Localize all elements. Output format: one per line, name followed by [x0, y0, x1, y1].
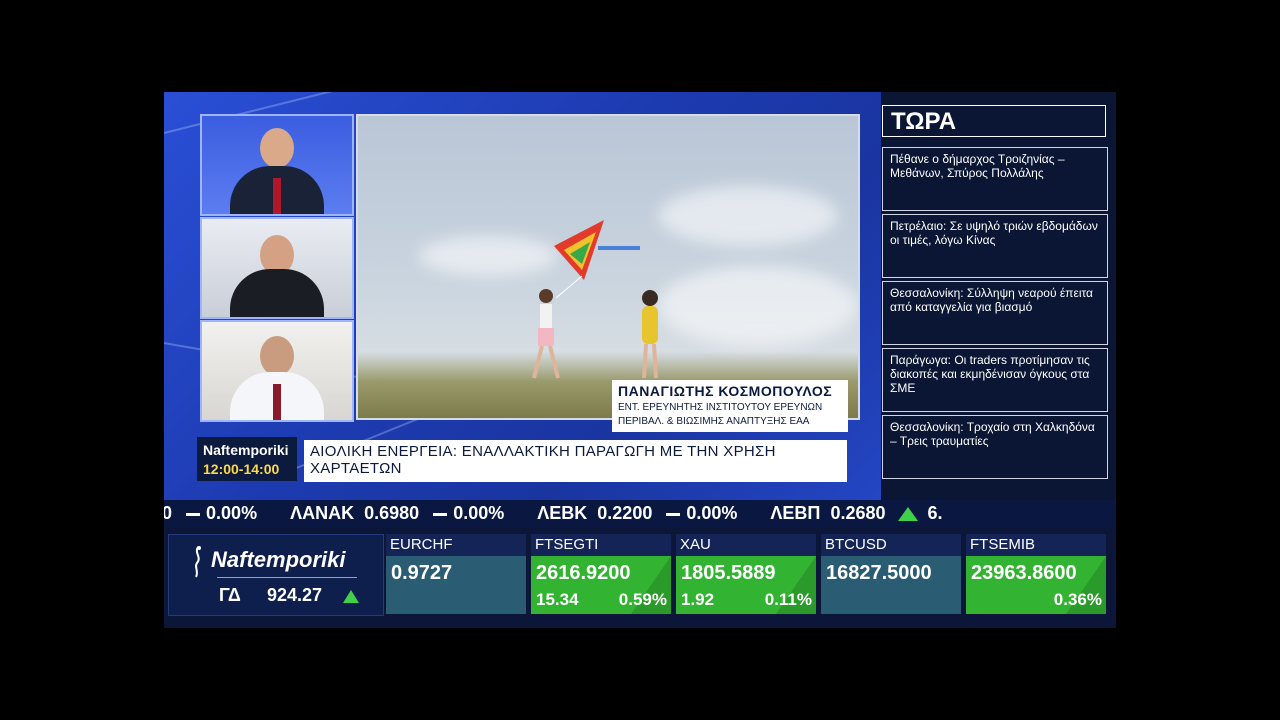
tile-change: 1.92 — [681, 590, 715, 609]
flat-dash-icon — [186, 512, 201, 516]
news-item: Πετρέλαιο: Σε υψηλό τριών εβδομάδων οι τ… — [882, 214, 1108, 278]
ticker-symbol: ΛΑΝΑΚ — [290, 503, 355, 523]
news-panel-title: ΤΩΡΑ — [882, 105, 1106, 137]
stock-ticker: 00 0.00% ΛΑΝΑΚ 0.6980 0.00% ΛΕΒΚ 0.2200 0.0… — [164, 500, 1116, 528]
tile-symbol: EURCHF — [386, 534, 526, 556]
tile-price: 2616.9200 — [536, 562, 631, 584]
child-figure-icon — [532, 289, 560, 379]
mermaid-logo-icon — [195, 546, 201, 578]
camera-feed-guest1 — [200, 217, 354, 319]
tile-body: 1805.5889 1.92 0.11% — [676, 556, 816, 614]
news-item: Πέθανε ο δήμαρχος Τροιζηνίας – Μεθάνων, … — [882, 147, 1108, 211]
person-head — [260, 128, 294, 168]
tile-body: 16827.5000 — [821, 556, 961, 614]
lower-third: ΠΑΝΑΓΙΩΤΗΣ ΚΟΣΜΟΠΟΥΛΟΣ ΕΝΤ. ΕΡΕΥΝΗΤΗΣ ΙΝ… — [612, 380, 848, 432]
ticker-strip: 00 0.00% ΛΑΝΑΚ 0.6980 0.00% ΛΕΒΚ 0.2200 0.0… — [164, 503, 971, 524]
kite-icon — [554, 220, 640, 299]
guest-role-line2: ΠΕΡΙΒΑΛ. & ΒΙΩΣΙΜΗΣ ΑΝΑΠΤΥΞΗΣ ΕΑΑ — [618, 416, 810, 427]
child-figure-icon — [642, 290, 658, 379]
ticker-price: 0.6980 — [364, 503, 420, 523]
tile-price: 16827.5000 — [826, 562, 932, 584]
person-suit — [230, 269, 324, 317]
ticker-change: 0.00% — [453, 503, 505, 523]
tile-percent: 0.59% — [618, 590, 667, 609]
flat-dash-icon — [666, 512, 681, 516]
news-item: Παράγωγα: Οι traders προτίμησαν τις διακ… — [882, 348, 1108, 412]
camera-feed-guest2 — [200, 320, 354, 422]
divider — [217, 577, 357, 578]
person-head — [260, 336, 294, 376]
tile-percent: 0.11% — [764, 590, 812, 609]
tile-body: 0.9727 — [386, 556, 526, 614]
show-time: 12:00-14:00 — [203, 461, 280, 477]
tile-percent: 0.36% — [1053, 590, 1102, 609]
ticker-change: 0.00% — [686, 503, 738, 523]
main-video-feed — [356, 114, 860, 420]
ticker-symbol: ΛΕΒΠ — [770, 503, 821, 523]
ticker-tail: 6. — [927, 503, 943, 523]
ticker-price: 0.2680 — [830, 503, 886, 523]
index-value: 924.27 — [267, 585, 323, 605]
brand-name: Naftemporiki — [211, 547, 346, 572]
market-board: Naftemporiki ΓΔ 924.27 EURCHF 0.9727 FTS… — [164, 528, 1116, 628]
ticker-symbol: ΛΕΒΚ — [537, 503, 588, 523]
guest-role-line1: ΕΝΤ. ΕΡΕΥΝΗΤΗΣ ΙΝΣΤΙΤΟΥΤΟΥ ΕΡΕΥΝΩΝ — [618, 402, 823, 413]
market-tile: BTCUSD 16827.5000 — [821, 534, 961, 614]
show-name: Naftemporiki — [203, 442, 289, 458]
guest-name: ΠΑΝΑΓΙΩΤΗΣ ΚΟΣΜΟΠΟΥΛΟΣ — [618, 383, 833, 399]
ticker-price: 0.2200 — [597, 503, 653, 523]
ticker-item: ΛΕΒΠ 0.2680 6. — [770, 503, 942, 524]
news-panel: ΤΩΡΑ Πέθανε ο δήμαρχος Τροιζηνίας – Μεθά… — [881, 92, 1116, 500]
headline-bar: ΑΙΟΛΙΚΗ ΕΝΕΡΓΕΙΑ: ΕΝΑΛΛΑΚΤΙΚΗ ΠΑΡΑΓΩΓΗ Μ… — [304, 440, 847, 482]
flat-dash-icon — [433, 512, 448, 516]
camera-feed-anchor — [200, 114, 354, 216]
market-tile: XAU 1805.5889 1.92 0.11% — [676, 534, 816, 614]
tile-price: 0.9727 — [391, 562, 453, 584]
ticker-lead-change: 0.00% — [206, 503, 258, 523]
headline-text: ΑΙΟΛΙΚΗ ΕΝΕΡΓΕΙΑ: ΕΝΑΛΛΑΚΤΙΚΗ ΠΑΡΑΓΩΓΗ Μ… — [310, 443, 776, 477]
person-tie — [273, 178, 281, 214]
market-tile: EURCHF 0.9727 — [386, 534, 526, 614]
tile-symbol: XAU — [676, 534, 816, 556]
ticker-lead: 00 0.00% — [164, 503, 257, 524]
tile-change: 15.34 — [536, 590, 579, 609]
news-item: Θεσσαλονίκη: Τροχαίο στη Χαλκηδόνα – Τρε… — [882, 415, 1108, 479]
market-tile: FTSEMIB 23963.8600 0.36% — [966, 534, 1106, 614]
up-arrow-icon — [897, 507, 918, 522]
news-item: Θεσσαλονίκη: Σύλληψη νεαρού έπειτα από κ… — [882, 281, 1108, 345]
person-tie — [273, 384, 281, 420]
ticker-item: ΛΕΒΚ 0.2200 0.00% — [537, 503, 737, 524]
tile-symbol: FTSEGTI — [531, 534, 671, 556]
tile-symbol: BTCUSD — [821, 534, 961, 556]
studio-background: ΠΑΝΑΓΙΩΤΗΣ ΚΟΣΜΟΠΟΥΛΟΣ ΕΝΤ. ΕΡΕΥΝΗΤΗΣ ΙΝ… — [164, 92, 881, 500]
tile-price: 23963.8600 — [971, 562, 1077, 584]
ticker-lead-value: 00 — [164, 503, 173, 523]
kite-scene — [532, 220, 658, 379]
tv-screen: ΠΑΝΑΓΙΩΤΗΣ ΚΟΣΜΟΠΟΥΛΟΣ ΕΝΤ. ΕΡΕΥΝΗΤΗΣ ΙΝ… — [164, 92, 1116, 628]
tile-body: 2616.9200 15.34 0.59% — [531, 556, 671, 614]
market-tile: FTSEGTI 2616.9200 15.34 0.59% — [531, 534, 671, 614]
brand-index-box: Naftemporiki ΓΔ 924.27 — [168, 534, 384, 616]
up-arrow-icon — [343, 590, 359, 603]
tile-price: 1805.5889 — [681, 562, 776, 584]
tile-symbol: FTSEMIB — [966, 534, 1106, 556]
ticker-item: ΛΑΝΑΚ 0.6980 0.00% — [290, 503, 504, 524]
show-badge: Naftemporiki 12:00-14:00 — [197, 437, 297, 481]
tile-body: 23963.8600 0.36% — [966, 556, 1106, 614]
index-label: ΓΔ — [219, 585, 241, 605]
